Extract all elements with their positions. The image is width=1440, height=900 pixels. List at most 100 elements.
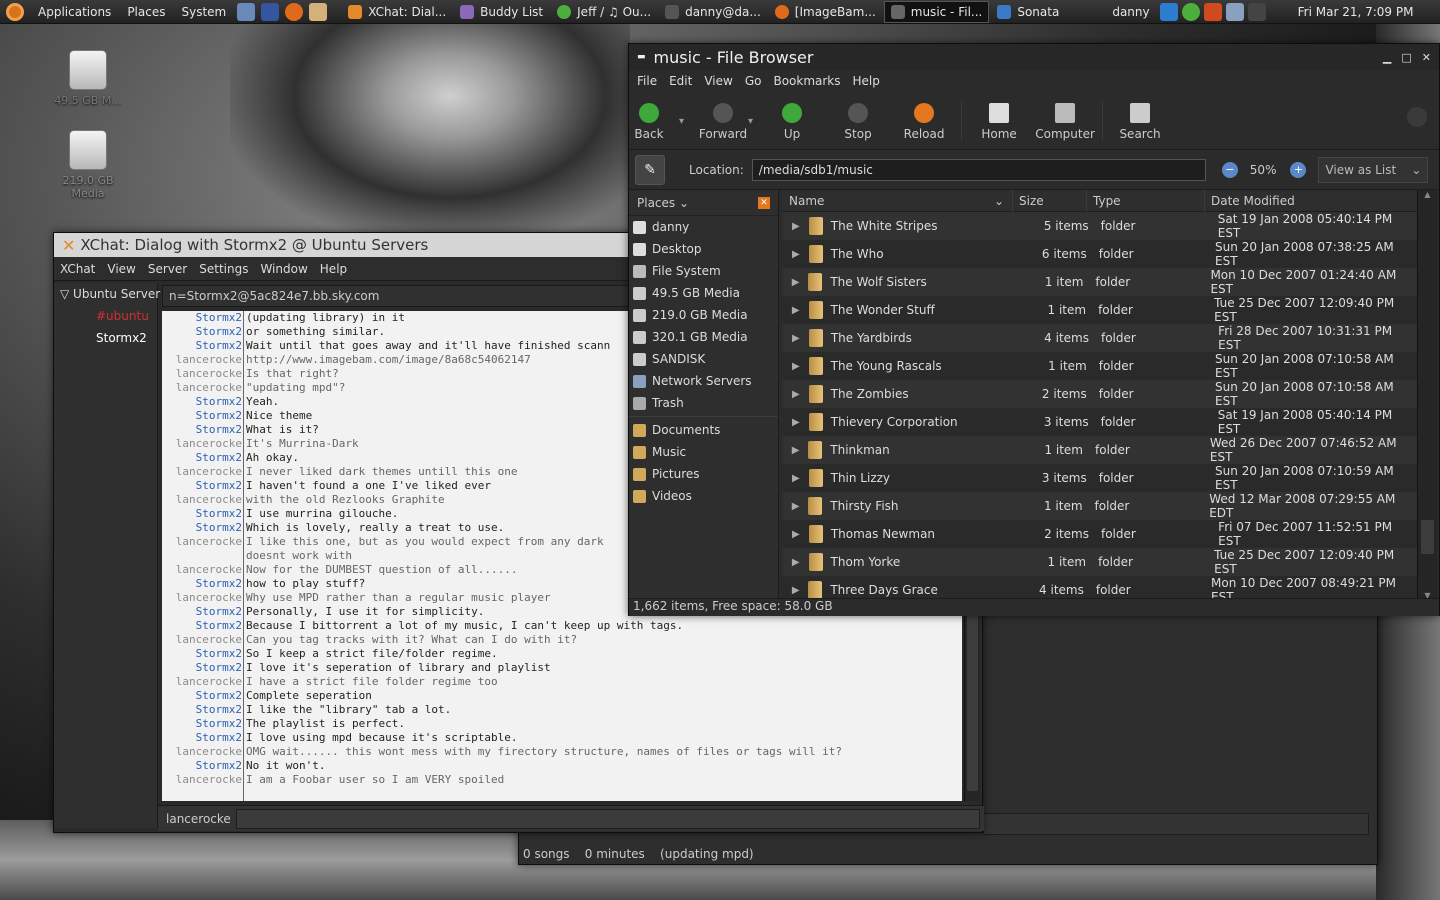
expander-icon[interactable]: ▶	[783, 389, 809, 400]
chat-nick[interactable]: Stormx2	[162, 311, 242, 325]
tree-dialog-stormx2[interactable]: Stormx2	[54, 327, 157, 349]
places-menu[interactable]: Places	[119, 0, 173, 24]
chat-nick[interactable]: Stormx2	[162, 577, 242, 591]
chat-nick[interactable]: Stormx2	[162, 451, 242, 465]
chat-nick[interactable]: Stormx2	[162, 661, 242, 675]
chat-nick[interactable]: lancerocke	[162, 591, 242, 605]
zoom-in-icon[interactable]: +	[1290, 161, 1307, 178]
table-row[interactable]: ▶ The Wolf Sisters 1 item folder Mon 10 Dec …	[783, 268, 1417, 296]
system-menu[interactable]: System	[173, 0, 234, 24]
chat-nick[interactable]: lancerocke	[162, 353, 242, 367]
table-row[interactable]: ▶ Thievery Corporation 3 items folder Sat 19…	[783, 408, 1417, 436]
forward-history-icon[interactable]: ▾	[748, 116, 753, 127]
menu-file[interactable]: File	[631, 74, 663, 88]
menu-edit[interactable]: Edit	[663, 74, 698, 88]
bookmark-item[interactable]: Videos	[629, 485, 778, 507]
menu-settings[interactable]: Settings	[193, 262, 254, 276]
chat-nick[interactable]: Stormx2	[162, 423, 242, 437]
table-row[interactable]: ▶ The Yardbirds 4 items folder Fri 28 Dec 20…	[783, 324, 1417, 352]
zoom-out-icon[interactable]: −	[1221, 161, 1238, 178]
place-item[interactable]: 219.0 GB Media	[629, 304, 778, 326]
table-row[interactable]: ▶ Three Days Grace 4 items folder Mon 10 Dec…	[783, 576, 1417, 600]
table-row[interactable]: ▶ Thom Yorke 1 item folder Tue 25 Dec 2007 1…	[783, 548, 1417, 576]
location-input[interactable]: /media/sdb1/music	[751, 158, 1206, 181]
xchat-tray-icon[interactable]	[1203, 2, 1222, 21]
expander-icon[interactable]: ▶	[783, 221, 809, 232]
menu-server[interactable]: Server	[142, 262, 193, 276]
zoom-level[interactable]: 50%	[1250, 163, 1277, 177]
task-buddy-list[interactable]: Buddy List	[454, 1, 549, 23]
chat-nick[interactable]: lancerocke	[162, 773, 242, 787]
home-button[interactable]: Home	[966, 103, 1032, 141]
chat-nick[interactable]: Stormx2	[162, 409, 242, 423]
user-switcher[interactable]: danny	[1104, 0, 1157, 24]
nick-label[interactable]: lancerocke	[158, 812, 236, 826]
task-firefox[interactable]: [ImageBam...	[769, 1, 882, 23]
table-row[interactable]: ▶ Thin Lizzy 3 items folder Sun 20 Jan 2008 …	[783, 464, 1417, 492]
forward-button[interactable]: Forward	[690, 103, 756, 141]
chat-nick[interactable]: Stormx2	[162, 731, 242, 745]
task-sonata[interactable]: Sonata	[991, 1, 1065, 23]
place-item[interactable]: 320.1 GB Media	[629, 326, 778, 348]
table-row[interactable]: ▶ The Young Rascals 1 item folder Sun 20 Jan…	[783, 352, 1417, 380]
chat-nick[interactable]: Stormx2	[162, 507, 242, 521]
table-row[interactable]: ▶ The Who 6 items folder Sun 20 Jan 2008 07:…	[783, 240, 1417, 268]
column-type[interactable]: Type	[1087, 190, 1205, 212]
chat-nick[interactable]	[162, 549, 242, 563]
chat-nick[interactable]: Stormx2	[162, 479, 242, 493]
applications-menu[interactable]: Applications	[30, 0, 119, 24]
chat-nick[interactable]: Stormx2	[162, 605, 242, 619]
place-item[interactable]: Trash	[629, 392, 778, 414]
chat-nick[interactable]: Stormx2	[162, 647, 242, 661]
expander-icon[interactable]: ▶	[783, 585, 808, 596]
column-date-modified[interactable]: Date Modified	[1205, 190, 1417, 212]
sonata-tray-icon[interactable]	[1159, 2, 1178, 21]
chat-nick[interactable]: lancerocke	[162, 437, 242, 451]
menu-bookmarks[interactable]: Bookmarks	[767, 74, 846, 88]
place-item[interactable]: Network Servers	[629, 370, 778, 392]
table-row[interactable]: ▶ Thomas Newman 2 items folder Fri 07 Dec 20…	[783, 520, 1417, 548]
chat-nick[interactable]: lancerocke	[162, 675, 242, 689]
stop-button[interactable]: Stop	[825, 103, 891, 141]
desktop-drive-49gb[interactable]: 49.5 GB M...	[43, 50, 133, 107]
chat-nick[interactable]: Stormx2	[162, 717, 242, 731]
menu-help[interactable]: Help	[314, 262, 353, 276]
search-button[interactable]: Search	[1107, 103, 1173, 141]
chat-nick[interactable]: lancerocke	[162, 493, 242, 507]
chat-nick[interactable]: lancerocke	[162, 745, 242, 759]
table-row[interactable]: ▶ Thinkman 1 item folder Wed 26 Dec 2007 07:…	[783, 436, 1417, 464]
computer-button[interactable]: Computer	[1032, 103, 1098, 141]
up-button[interactable]: Up	[759, 103, 825, 141]
task-file-browser[interactable]: music - Fil...	[883, 0, 990, 23]
view-mode-select[interactable]: View as List ⌄	[1318, 156, 1429, 183]
chat-nick[interactable]: Stormx2	[162, 619, 242, 633]
help-launcher-icon[interactable]	[261, 2, 280, 21]
bookmark-item[interactable]: Documents	[629, 419, 778, 441]
table-row[interactable]: ▶ The Zombies 2 items folder Sun 20 Jan 2008…	[783, 380, 1417, 408]
place-item[interactable]: Desktop	[629, 238, 778, 260]
task-chat-jeff[interactable]: Jeff / ♫ Ou...	[551, 1, 657, 23]
expander-icon[interactable]: ▶	[783, 277, 808, 288]
tree-channel-ubuntu[interactable]: #ubuntu	[54, 305, 157, 327]
menu-go[interactable]: Go	[739, 74, 768, 88]
reload-button[interactable]: Reload	[891, 103, 957, 141]
back-button[interactable]: Back	[629, 103, 669, 141]
scroll-thumb[interactable]	[1421, 520, 1434, 554]
list-scrollbar[interactable]: ▲ ▼	[1417, 190, 1437, 600]
window-menu-icon[interactable]: ▬	[637, 52, 646, 62]
chat-nick[interactable]: Stormx2	[162, 521, 242, 535]
task-terminal[interactable]: danny@da...	[659, 1, 767, 23]
table-row[interactable]: ▶ The White Stripes 5 items folder Sat 19 Ja…	[783, 212, 1417, 240]
network-tray-icon[interactable]	[1225, 2, 1244, 21]
place-item[interactable]: File System	[629, 260, 778, 282]
menu-view[interactable]: View	[698, 74, 738, 88]
column-size[interactable]: Size	[1013, 190, 1087, 212]
expander-icon[interactable]: ▶	[783, 305, 809, 316]
table-row[interactable]: ▶ The Wonder Stuff 1 item folder Tue 25 Dec …	[783, 296, 1417, 324]
notes-launcher-icon[interactable]	[309, 2, 328, 21]
back-history-icon[interactable]: ▾	[679, 116, 684, 127]
chat-nick[interactable]: lancerocke	[162, 367, 242, 381]
sonata-filter-field[interactable]	[983, 813, 1369, 835]
menu-xchat[interactable]: XChat	[54, 262, 101, 276]
chat-nick[interactable]: Stormx2	[162, 395, 242, 409]
